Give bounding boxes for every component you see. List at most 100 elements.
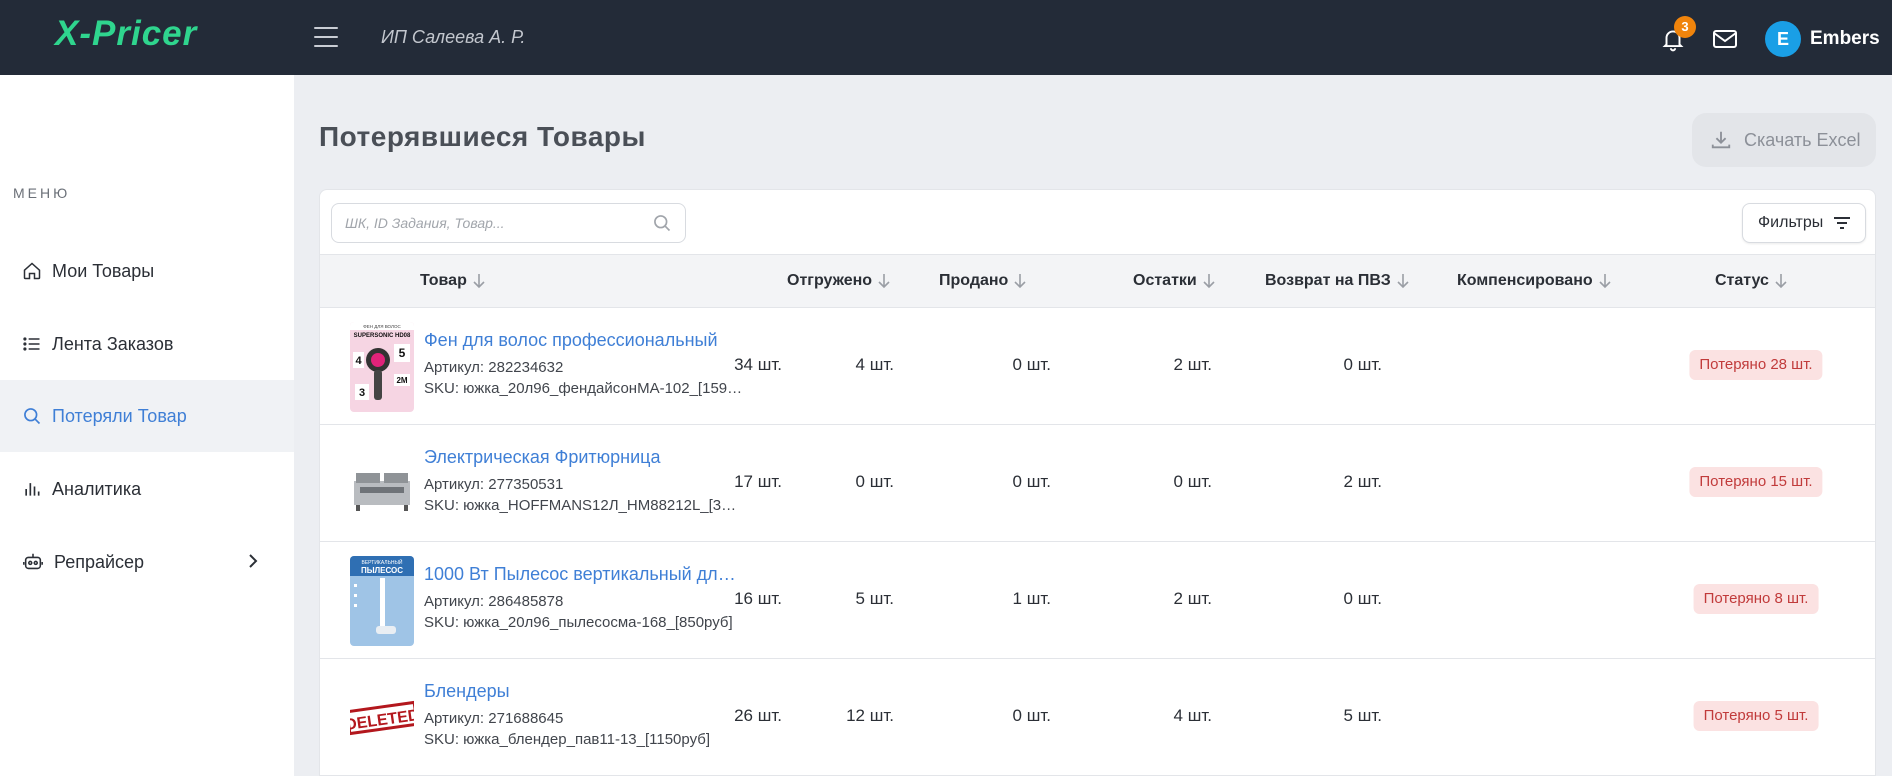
- svg-text:2М: 2М: [396, 376, 407, 385]
- compensated-value: 0 шт.: [1343, 355, 1382, 374]
- sidebar-item-label: Мои Товары: [52, 260, 155, 281]
- download-excel-label: Скачать Excel: [1744, 129, 1861, 150]
- product-name-link[interactable]: Электрическая Фритюрница: [424, 447, 744, 468]
- robot-icon: [23, 553, 43, 570]
- svg-text:ПЫЛЕСОС: ПЫЛЕСОС: [361, 566, 403, 575]
- shipped-value: 26 шт.: [734, 706, 782, 725]
- product-article: Артикул: 282234632: [424, 359, 564, 376]
- returned-value: 0 шт.: [1173, 472, 1212, 491]
- sold-value: 12 шт.: [846, 706, 894, 725]
- compensated-value: 0 шт.: [1343, 589, 1382, 608]
- shipped-value: 34 шт.: [734, 355, 782, 374]
- column-header-product[interactable]: Товар: [420, 272, 485, 290]
- product-sku: SKU: южка_20л96_пылесосма-168_[850руб]: [424, 614, 733, 631]
- product-thumbnail[interactable]: [350, 439, 414, 529]
- column-header-returned[interactable]: Возврат на ПВЗ: [1265, 272, 1409, 290]
- shipped-value: 16 шт.: [734, 589, 782, 608]
- search-box: [331, 203, 686, 243]
- svg-text:4: 4: [355, 355, 362, 367]
- sidebar-item-orders-feed[interactable]: Лента Заказов: [0, 308, 294, 380]
- notification-badge: 3: [1674, 16, 1696, 38]
- avatar[interactable]: E: [1765, 21, 1801, 57]
- filters-button[interactable]: Фильтры: [1742, 203, 1866, 243]
- product-thumbnail[interactable]: DELETED: [350, 673, 414, 763]
- product-name-link[interactable]: Фен для волос профессиональный: [424, 330, 744, 351]
- svg-text:ФЕН ДЛЯ ВОЛОС: ФЕН ДЛЯ ВОЛОС: [363, 324, 401, 329]
- table-row[interactable]: ФЕН ДЛЯ ВОЛОС SUPERSONIC HD08 5 4 3 2М Ф…: [320, 308, 1875, 425]
- search-input[interactable]: [345, 204, 645, 242]
- search-icon: [24, 408, 41, 425]
- download-excel-button[interactable]: Скачать Excel: [1692, 113, 1876, 167]
- home-icon: [23, 262, 41, 280]
- user-name[interactable]: Embers: [1810, 28, 1880, 50]
- products-panel: Фильтры Товар Отгружено Продано Остатки …: [319, 189, 1876, 776]
- app-logo[interactable]: X-Pricer: [55, 14, 197, 54]
- sort-arrow-icon: [1775, 274, 1787, 289]
- stock-value: 1 шт.: [1012, 589, 1051, 608]
- compensated-value: 2 шт.: [1343, 472, 1382, 491]
- mail-icon[interactable]: [1712, 28, 1738, 50]
- product-article: Артикул: 286485878: [424, 593, 564, 610]
- shipped-value: 17 шт.: [734, 472, 782, 491]
- stock-value: 0 шт.: [1012, 706, 1051, 725]
- chart-icon: [25, 483, 40, 496]
- top-bar: X-Pricer ИП Салеева А. Р. 3 E Embers: [0, 0, 1892, 75]
- product-sku: SKU: южка_блендер_пав11-13_[1150руб]: [424, 731, 710, 748]
- sold-value: 5 шт.: [855, 589, 894, 608]
- column-header-stock[interactable]: Остатки: [1133, 272, 1215, 290]
- sort-arrow-icon: [1203, 274, 1215, 289]
- product-sku: SKU: южка_20л96_фендайсонМА-102_[1590руб…: [424, 380, 744, 397]
- product-article: Артикул: 271688645: [424, 710, 564, 727]
- menu-toggle-button[interactable]: [314, 27, 338, 47]
- status-badge: Потеряно 8 шт.: [1693, 584, 1819, 614]
- returned-value: 4 шт.: [1173, 706, 1212, 725]
- organization-name: ИП Салеева А. Р.: [381, 27, 526, 47]
- column-header-shipped[interactable]: Отгружено: [787, 272, 890, 290]
- page-title: Потерявшиеся Товары: [319, 121, 646, 152]
- sidebar-item-repricer[interactable]: Репрайсер: [0, 526, 294, 598]
- svg-text:3: 3: [359, 387, 365, 399]
- sidebar-item-label: Лента Заказов: [52, 333, 174, 354]
- product-article: Артикул: 277350531: [424, 476, 564, 493]
- sidebar-item-lost-products[interactable]: Потеряли Товар: [0, 380, 294, 452]
- returned-value: 2 шт.: [1173, 355, 1212, 374]
- sort-arrow-icon: [1014, 274, 1026, 289]
- download-icon: [1711, 131, 1731, 149]
- sidebar-item-label: Аналитика: [52, 478, 142, 499]
- chevron-right-icon: [249, 554, 258, 568]
- sidebar-item-label: Репрайсер: [54, 551, 145, 572]
- table-row[interactable]: ВЕРТИКАЛЬНЫЙ ПЫЛЕСОС 1000 Вт Пылесос вер…: [320, 542, 1875, 659]
- sort-arrow-icon: [1397, 274, 1409, 289]
- status-badge: Потеряно 15 шт.: [1689, 467, 1823, 497]
- filters-label: Фильтры: [1758, 214, 1824, 231]
- product-name-link[interactable]: 1000 Вт Пылесос вертикальный для дома: [424, 564, 744, 585]
- column-header-sold[interactable]: Продано: [939, 272, 1026, 290]
- table-row[interactable]: DELETED Блендеры Артикул: 271688645 SKU:…: [320, 659, 1875, 776]
- sidebar-item-my-products[interactable]: Мои Товары: [0, 235, 294, 307]
- product-name-link[interactable]: Блендеры: [424, 681, 744, 702]
- compensated-value: 5 шт.: [1343, 706, 1382, 725]
- product-sku: SKU: южка_HOFFMANS12Л_HM88212L_[3800руб]: [424, 497, 744, 514]
- search-icon[interactable]: [652, 213, 672, 233]
- table-header: Товар Отгружено Продано Остатки Возврат …: [320, 254, 1875, 308]
- svg-text:5: 5: [399, 346, 406, 360]
- status-badge: Потеряно 5 шт.: [1693, 701, 1819, 731]
- sort-arrow-icon: [473, 274, 485, 289]
- stock-value: 0 шт.: [1012, 472, 1051, 491]
- sidebar-item-label: Потеряли Товар: [52, 405, 187, 426]
- stock-value: 0 шт.: [1012, 355, 1051, 374]
- svg-text:ВЕРТИКАЛЬНЫЙ: ВЕРТИКАЛЬНЫЙ: [362, 558, 403, 566]
- status-badge: Потеряно 28 шт.: [1689, 350, 1823, 380]
- filter-icon: [1834, 217, 1851, 229]
- table-row[interactable]: Электрическая Фритюрница Артикул: 277350…: [320, 425, 1875, 542]
- sold-value: 4 шт.: [855, 355, 894, 374]
- product-thumbnail[interactable]: ВЕРТИКАЛЬНЫЙ ПЫЛЕСОС: [350, 556, 414, 646]
- list-icon: [23, 337, 40, 351]
- product-thumbnail[interactable]: ФЕН ДЛЯ ВОЛОС SUPERSONIC HD08 5 4 3 2М: [350, 322, 414, 412]
- sidebar-item-analytics[interactable]: Аналитика: [0, 453, 294, 525]
- sold-value: 0 шт.: [855, 472, 894, 491]
- column-header-status[interactable]: Статус: [1715, 272, 1787, 290]
- svg-text:SUPERSONIC HD08: SUPERSONIC HD08: [354, 333, 411, 339]
- sort-arrow-icon: [1599, 274, 1611, 289]
- column-header-compensated[interactable]: Компенсировано: [1457, 272, 1611, 290]
